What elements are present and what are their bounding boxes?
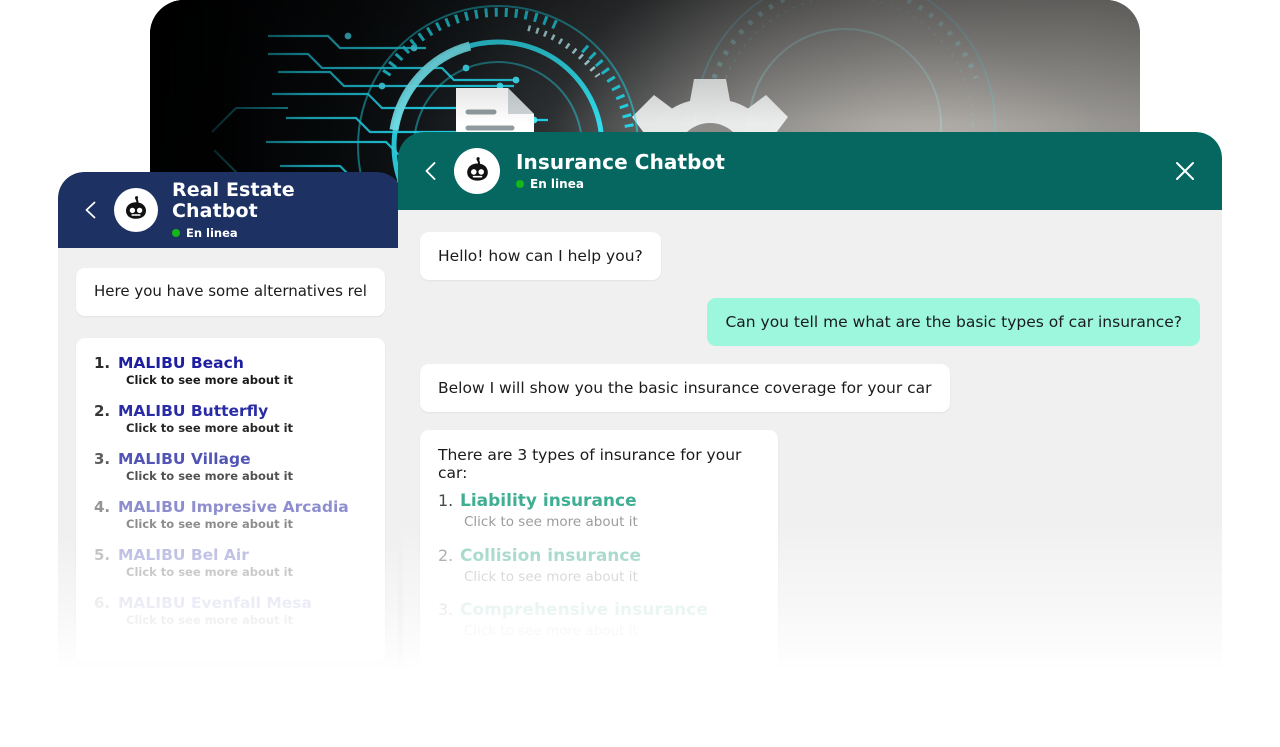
bot-message-bubble: Hello! how can I help you?: [420, 232, 661, 281]
real-estate-option-subtitle: Click to see more about it: [126, 420, 294, 435]
message-row: Can you tell me what are the basic types…: [398, 298, 1222, 347]
insurance-option-subtitle: Click to see more about it: [464, 568, 638, 585]
insurance-chat-body: Hello! how can I help you? Can you tell …: [398, 210, 1222, 672]
real-estate-options-card: 1. MALIBU Beach Click to see more about it…: [76, 337, 385, 662]
insurance-option-number: 3.: [438, 599, 454, 619]
real-estate-header-text: Real Estate Chatbot En linea: [172, 178, 385, 240]
robot-avatar-icon: [114, 188, 158, 232]
insurance-option-subtitle: Click to see more about it: [464, 622, 638, 639]
real-estate-status: En linea: [172, 226, 385, 240]
real-estate-option-item[interactable]: 2. MALIBU Butterfly Click to see more abou…: [94, 402, 367, 436]
insurance-option-subtitle: Click to see more about it: [464, 514, 638, 531]
real-estate-option-title[interactable]: MALIBU Village: [94, 450, 367, 468]
back-chevron-icon[interactable]: [418, 158, 444, 184]
insurance-title: Insurance Chatbot: [516, 149, 726, 174]
message-row: Here you have some alternatives rel: [58, 268, 403, 316]
real-estate-status-label: En linea: [186, 226, 238, 241]
bot-message-bubble: Below I will show you the basic insuranc…: [420, 364, 950, 413]
real-estate-option-number: 4.: [94, 497, 111, 516]
insurance-header-text: Insurance Chatbot En linea: [516, 149, 726, 191]
real-estate-option-title[interactable]: MALIBU Butterfly: [94, 402, 367, 420]
real-estate-option-item[interactable]: 6. MALIBU Evenfall Mesa Click to see more …: [94, 594, 367, 628]
real-estate-title: Real Estate Chatbot: [172, 178, 295, 222]
real-estate-option-title[interactable]: MALIBU Bel Air: [94, 546, 367, 564]
message-row: Below I will show you the basic insuranc…: [398, 364, 1222, 413]
screenshot-stage: Real Estate Chatbot En linea Here you ha…: [0, 0, 1280, 747]
real-estate-option-subtitle: Click to see more about it: [126, 372, 294, 387]
real-estate-chat-header: Real Estate Chatbot En linea: [58, 172, 403, 248]
back-chevron-icon[interactable]: [78, 197, 104, 223]
real-estate-option-item[interactable]: 5. MALIBU Bel Air Click to see more about …: [94, 546, 367, 580]
real-estate-option-subtitle: Click to see more about it: [126, 613, 294, 628]
bot-message-bubble: Here you have some alternatives rel: [76, 268, 385, 316]
real-estate-option-item[interactable]: 4. MALIBU Impresive Arcadia Click to see m…: [94, 498, 367, 532]
insurance-option-title[interactable]: Comprehensive insurance: [438, 600, 758, 620]
insurance-option-title[interactable]: Collision insurance: [438, 546, 758, 566]
insurance-option-list: 1. Liability insurance Click to see more a…: [438, 491, 758, 639]
insurance-list-intro: There are 3 types of insurance for your …: [438, 446, 742, 483]
insurance-option-item[interactable]: 1. Liability insurance Click to see more a…: [438, 491, 758, 530]
insurance-option-item[interactable]: 3. Comprehensive insurance Click to see mo…: [438, 600, 758, 639]
real-estate-option-item[interactable]: 3. MALIBU Village Click to see more about …: [94, 450, 367, 484]
insurance-chat-header: Insurance Chatbot En linea: [398, 132, 1222, 210]
real-estate-chat-body: Here you have some alternatives rel 1. MA…: [58, 248, 403, 672]
real-estate-option-number: 5.: [94, 545, 111, 564]
user-message-bubble: Can you tell me what are the basic types…: [707, 298, 1200, 347]
real-estate-option-title[interactable]: MALIBU Evenfall Mesa: [94, 594, 367, 612]
insurance-options-card: There are 3 types of insurance for your …: [420, 430, 778, 672]
real-estate-option-title[interactable]: MALIBU Beach: [94, 354, 367, 372]
insurance-option-item[interactable]: 2. Collision insurance Click to see more a…: [438, 546, 758, 585]
real-estate-option-number: 3.: [94, 449, 111, 468]
real-estate-option-number: 6.: [94, 593, 111, 612]
real-estate-option-subtitle: Click to see more about it: [126, 565, 294, 580]
real-estate-option-item[interactable]: 1. MALIBU Beach Click to see more about it: [94, 354, 367, 388]
insurance-option-number: 2.: [438, 545, 454, 565]
online-dot-icon: [516, 180, 524, 189]
real-estate-option-number: 2.: [94, 401, 111, 420]
insurance-chatbot-panel: Insurance Chatbot En linea Hello! how ca…: [398, 132, 1222, 672]
real-estate-option-list: 1. MALIBU Beach Click to see more about it…: [94, 354, 367, 628]
real-estate-option-subtitle: Click to see more about it: [126, 468, 294, 483]
insurance-option-number: 1.: [438, 491, 454, 511]
online-dot-icon: [172, 229, 180, 238]
real-estate-option-number: 1.: [94, 353, 111, 372]
insurance-status: En linea: [516, 177, 725, 191]
close-x-icon[interactable]: [1170, 156, 1200, 186]
insurance-option-title[interactable]: Liability insurance: [438, 491, 758, 511]
message-row: Hello! how can I help you?: [398, 232, 1222, 281]
real-estate-option-title[interactable]: MALIBU Impresive Arcadia: [94, 498, 367, 516]
real-estate-option-subtitle: Click to see more about it: [126, 517, 294, 532]
real-estate-chatbot-panel: Real Estate Chatbot En linea Here you ha…: [58, 172, 403, 672]
robot-avatar-icon: [454, 148, 500, 194]
insurance-status-label: En linea: [530, 177, 584, 192]
